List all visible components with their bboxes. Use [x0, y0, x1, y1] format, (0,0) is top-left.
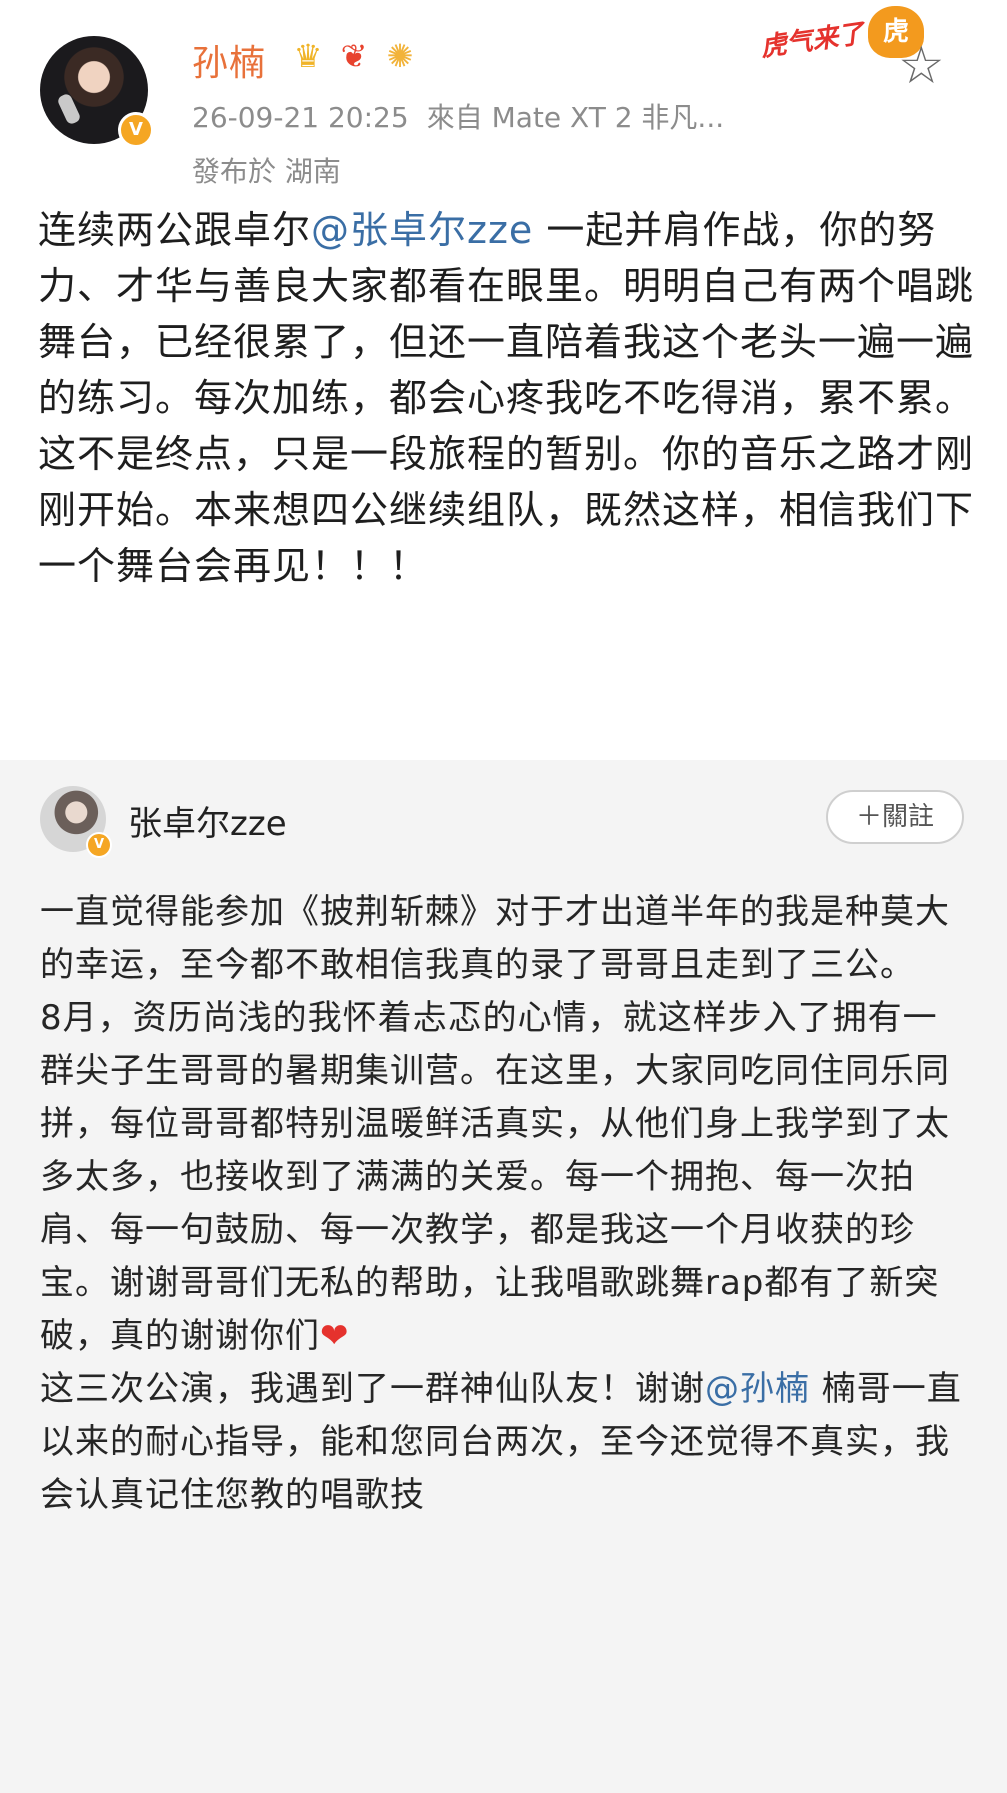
- fish-badge-icon[interactable]: ✺: [380, 36, 420, 76]
- mention-link[interactable]: @张卓尔zze: [311, 208, 533, 252]
- post-body: 连续两公跟卓尔@张卓尔zze 一起并肩作战，你的努力、才华与善良大家都看在眼里。…: [38, 202, 978, 594]
- post-text-rest: 一起并肩作战，你的努力、才华与善良大家都看在眼里。明明自己有两个唱跳舞台，已经很…: [38, 208, 975, 588]
- follow-button[interactable]: ＋關註: [826, 790, 964, 844]
- repost-paragraph-2-text: 8月，资历尚浅的我怀着忐忑的心情，就这样步入了拥有一群尖子生哥哥的暑期集训营。在…: [40, 998, 950, 1356]
- microphone-icon: [56, 92, 82, 126]
- verified-v-icon: V: [118, 112, 154, 148]
- tiger-sticker-text: 虎气来了: [758, 18, 866, 64]
- repost-paragraph-3-text: 这三次公演，我遇到了一群神仙队友！谢谢: [40, 1369, 705, 1409]
- post-meta: 26-09-21 20:25 來自 Mate XT 2 非凡...: [192, 96, 724, 136]
- verified-v-icon: V: [86, 832, 112, 858]
- repost-paragraph-3: 这三次公演，我遇到了一群神仙队友！谢谢@孙楠 楠哥一直以来的耐心指导，能和您同台…: [40, 1363, 970, 1522]
- repost-paragraph-2: 8月，资历尚浅的我怀着忐忑的心情，就这样步入了拥有一群尖子生哥哥的暑期集训营。在…: [40, 992, 970, 1363]
- crown-badge-icon[interactable]: ♛: [288, 36, 328, 76]
- reposted-card[interactable]: V 张卓尔zze ＋關註 一直觉得能参加《披荆斩棘》对于才出道半年的我是种莫大的…: [0, 760, 1007, 1793]
- repost-avatar[interactable]: V: [40, 786, 112, 858]
- repost-author-name[interactable]: 张卓尔zze: [128, 796, 287, 845]
- bird-badge-icon[interactable]: ❦: [334, 36, 374, 76]
- avatar[interactable]: V: [40, 36, 154, 148]
- heart-icon: ❤: [320, 1316, 350, 1356]
- mention-link[interactable]: @孙楠: [705, 1369, 810, 1409]
- repost-paragraph-1: 一直觉得能参加《披荆斩棘》对于才出道半年的我是种莫大的幸运，至今都不敢相信我真的…: [40, 892, 950, 985]
- author-name[interactable]: 孙楠: [192, 34, 266, 86]
- post-text-start: 连续两公跟卓尔: [38, 208, 312, 252]
- post-timestamp: 26-09-21 20:25: [192, 101, 409, 134]
- post-location: 發布於 湖南: [192, 155, 341, 188]
- repost-body: 一直觉得能参加《披荆斩棘》对于才出道半年的我是种莫大的幸运，至今都不敢相信我真的…: [40, 886, 970, 1522]
- post-source: 來自 Mate XT 2 非凡...: [426, 101, 725, 134]
- star-icon[interactable]: ☆: [898, 40, 945, 92]
- weibo-post: V 孙楠 ♛ ❦ ✺ 26-09-21 20:25 來自 Mate XT 2 非凡…: [0, 0, 1007, 760]
